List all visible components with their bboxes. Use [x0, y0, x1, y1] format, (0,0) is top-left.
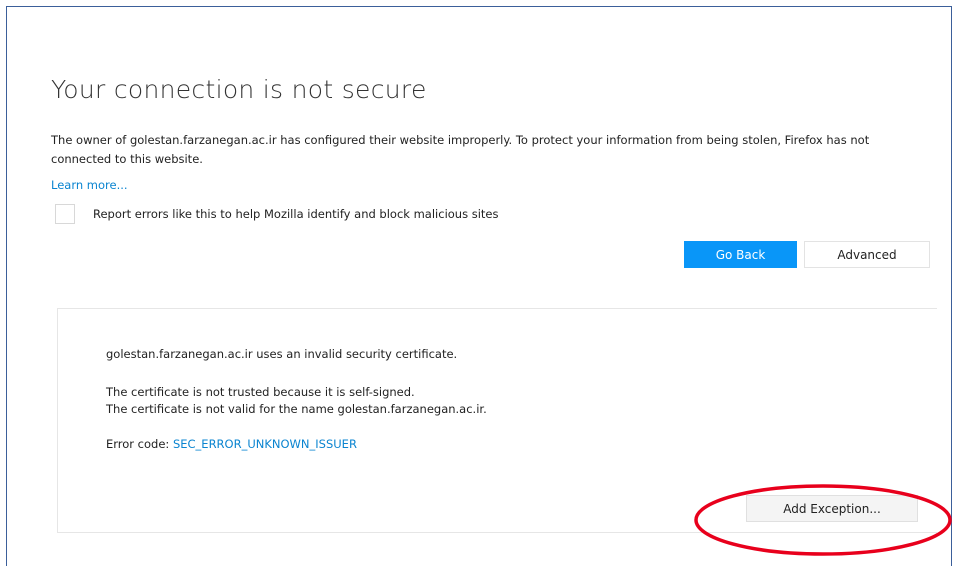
learn-more-link[interactable]: Learn more... — [51, 178, 128, 192]
add-exception-button[interactable]: Add Exception... — [746, 495, 918, 522]
error-code-label: Error code: — [106, 437, 173, 451]
advanced-button[interactable]: Advanced — [804, 241, 930, 268]
report-errors-checkbox[interactable] — [55, 204, 75, 224]
go-back-button[interactable]: Go Back — [684, 241, 797, 268]
report-errors-row: Report errors like this to help Mozilla … — [55, 203, 499, 225]
not-trusted-text: The certificate is not trusted because i… — [106, 385, 415, 399]
invalid-certificate-text: golestan.farzanegan.ac.ir uses an invali… — [106, 347, 458, 361]
error-description: The owner of golestan.farzanegan.ac.ir h… — [51, 133, 870, 166]
error-code-link[interactable]: SEC_ERROR_UNKNOWN_ISSUER — [173, 437, 357, 451]
not-valid-name-text: The certificate is not valid for the nam… — [106, 402, 487, 416]
page-title: Your connection is not secure — [51, 75, 427, 104]
report-errors-label: Report errors like this to help Mozilla … — [93, 207, 499, 221]
error-code-line: Error code: SEC_ERROR_UNKNOWN_ISSUER — [106, 437, 357, 451]
